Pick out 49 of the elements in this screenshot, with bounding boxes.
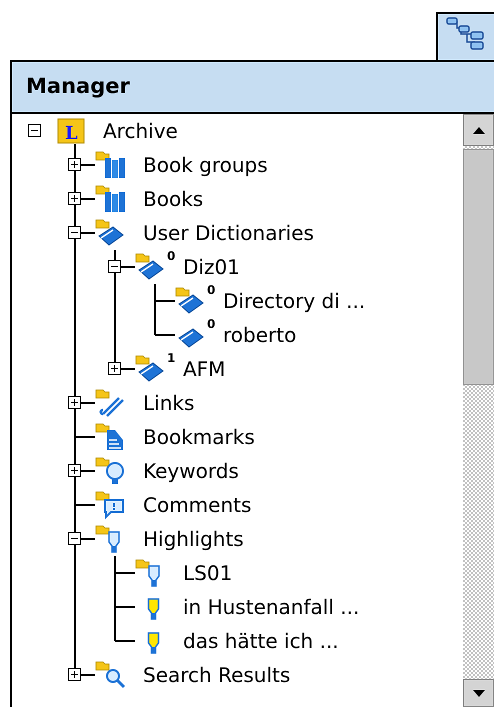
expand-icon[interactable] (108, 362, 121, 375)
tree-item-label[interactable]: Highlights (143, 529, 244, 549)
tree-item-label[interactable]: das hätte ich ... (183, 631, 339, 651)
tree-view-tab[interactable] (436, 12, 494, 60)
tree-item-label[interactable]: LS01 (183, 563, 232, 583)
collapse-icon[interactable] (68, 226, 81, 239)
collapse-icon[interactable] (108, 260, 121, 273)
archive-icon: L (55, 116, 87, 146)
marker-icon (147, 632, 160, 654)
up-arrow-icon (472, 126, 484, 134)
expand-icon[interactable] (68, 668, 81, 681)
expand-icon[interactable] (68, 464, 81, 477)
paperclip-icon (95, 388, 127, 418)
tree-item-label[interactable]: AFM (183, 359, 226, 379)
count-label: 0 (207, 284, 216, 296)
tree-item-label[interactable]: Comments (143, 495, 252, 515)
collapse-icon[interactable] (28, 124, 41, 137)
tree-item-label[interactable]: Keywords (143, 461, 239, 481)
count-label: 1 (167, 352, 176, 364)
speech-bubble-icon (95, 490, 127, 520)
lightbulb-icon (95, 456, 127, 486)
down-arrow-icon (472, 690, 484, 696)
expand-icon[interactable] (68, 396, 81, 409)
tree-item-label[interactable]: Search Results (143, 665, 290, 685)
magnifier-icon (95, 660, 127, 690)
scroll-thumb[interactable] (463, 149, 494, 385)
scroll-up-button[interactable] (463, 114, 494, 146)
expand-icon[interactable] (68, 158, 81, 171)
hierarchy-icon (445, 16, 487, 52)
tree-item-label[interactable]: Links (143, 393, 194, 413)
scroll-down-button[interactable] (463, 679, 494, 707)
count-label: 0 (167, 250, 176, 262)
tree-item-label[interactable]: Books (143, 189, 204, 209)
tree-item-label[interactable]: Bookmarks (143, 427, 255, 447)
collapse-icon[interactable] (68, 532, 81, 545)
tree-item-label[interactable]: roberto (223, 325, 296, 345)
marker-icon (147, 598, 160, 620)
count-label: 0 (207, 318, 216, 330)
tree-item-label[interactable]: Diz01 (183, 257, 240, 277)
tree-item-label[interactable]: Book groups (143, 155, 268, 175)
panel-title: Manager (26, 73, 130, 100)
tree-item-label[interactable]: User Dictionaries (143, 223, 314, 243)
expand-icon[interactable] (68, 192, 81, 205)
tree-item-label[interactable]: in Hustenanfall ... (183, 597, 360, 617)
scrollbar[interactable] (463, 114, 494, 707)
tree-item-label[interactable]: Directory di ... (223, 291, 366, 311)
books-icon (95, 150, 127, 180)
books-icon (95, 184, 127, 214)
tree-item-label[interactable]: Archive (103, 121, 178, 141)
